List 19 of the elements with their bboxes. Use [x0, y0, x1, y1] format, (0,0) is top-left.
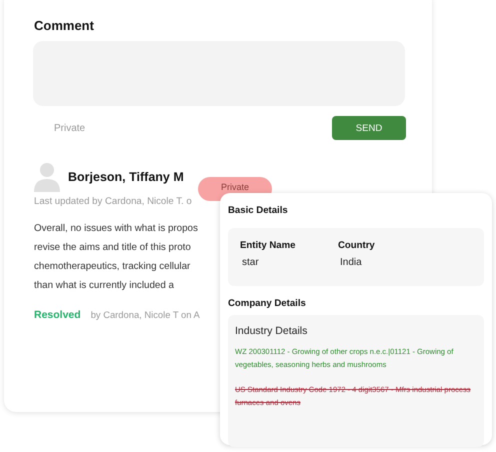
- field-value: India: [339, 257, 363, 268]
- field-label: Country: [338, 240, 376, 251]
- industry-title: Industry Details: [235, 325, 308, 337]
- send-button[interactable]: SEND: [332, 116, 406, 140]
- field-value: star: [241, 257, 260, 268]
- comment-text-line: than what is currently included a: [34, 279, 174, 293]
- resolved-by-text: by Cardona, Nicole T on A: [90, 309, 200, 320]
- field-label: Entity Name: [240, 240, 296, 251]
- section-title: Company Details: [228, 298, 307, 309]
- comment-text-line: chemotherapeutics, tracking cellular: [34, 260, 190, 274]
- updated-text: Last updated by Cardona, Nicole T. o: [34, 196, 192, 207]
- avatar-icon: [34, 162, 60, 192]
- author-name: Borjeson, Tiffany M: [68, 170, 184, 184]
- section-title: Basic Details: [228, 205, 289, 216]
- comment-text-line: Overall, no issues with what is propos: [34, 222, 198, 236]
- comment-title: Comment: [34, 18, 95, 33]
- comment-text-line: revise the aims and title of this proto: [34, 241, 191, 255]
- status-label: Resolved: [34, 309, 81, 321]
- private-label: Private: [54, 122, 86, 134]
